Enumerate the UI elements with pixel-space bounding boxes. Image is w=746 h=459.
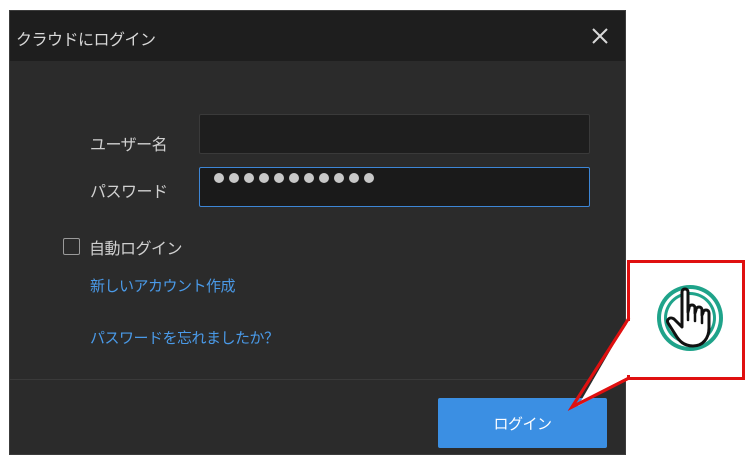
close-button[interactable] <box>589 25 611 47</box>
close-icon <box>592 28 608 44</box>
forgot-password-link[interactable]: パスワードを忘れましたか？ <box>90 327 279 348</box>
login-button[interactable]: ログイン <box>438 398 607 448</box>
dialog-title: クラウドにログイン <box>16 30 156 49</box>
username-label: ユーザー名 <box>90 135 168 154</box>
password-label: パスワード <box>90 182 168 201</box>
screenshot-stage: クラウドにログイン ユーザー名 パスワード 自動ログイン 新しいアカウント作成 … <box>0 0 746 459</box>
auto-login-checkbox[interactable] <box>63 238 80 255</box>
username-field[interactable] <box>199 114 590 154</box>
login-dialog: クラウドにログイン ユーザー名 パスワード 自動ログイン 新しいアカウント作成 … <box>9 10 626 455</box>
auto-login-label[interactable]: 自動ログイン <box>89 235 183 259</box>
login-button-label: ログイン <box>493 414 552 433</box>
tap-hand-icon <box>657 285 723 351</box>
title-bar: クラウドにログイン <box>10 11 625 61</box>
password-field[interactable] <box>199 167 590 207</box>
footer-divider <box>10 379 625 380</box>
create-account-link[interactable]: 新しいアカウント作成 <box>90 275 236 296</box>
